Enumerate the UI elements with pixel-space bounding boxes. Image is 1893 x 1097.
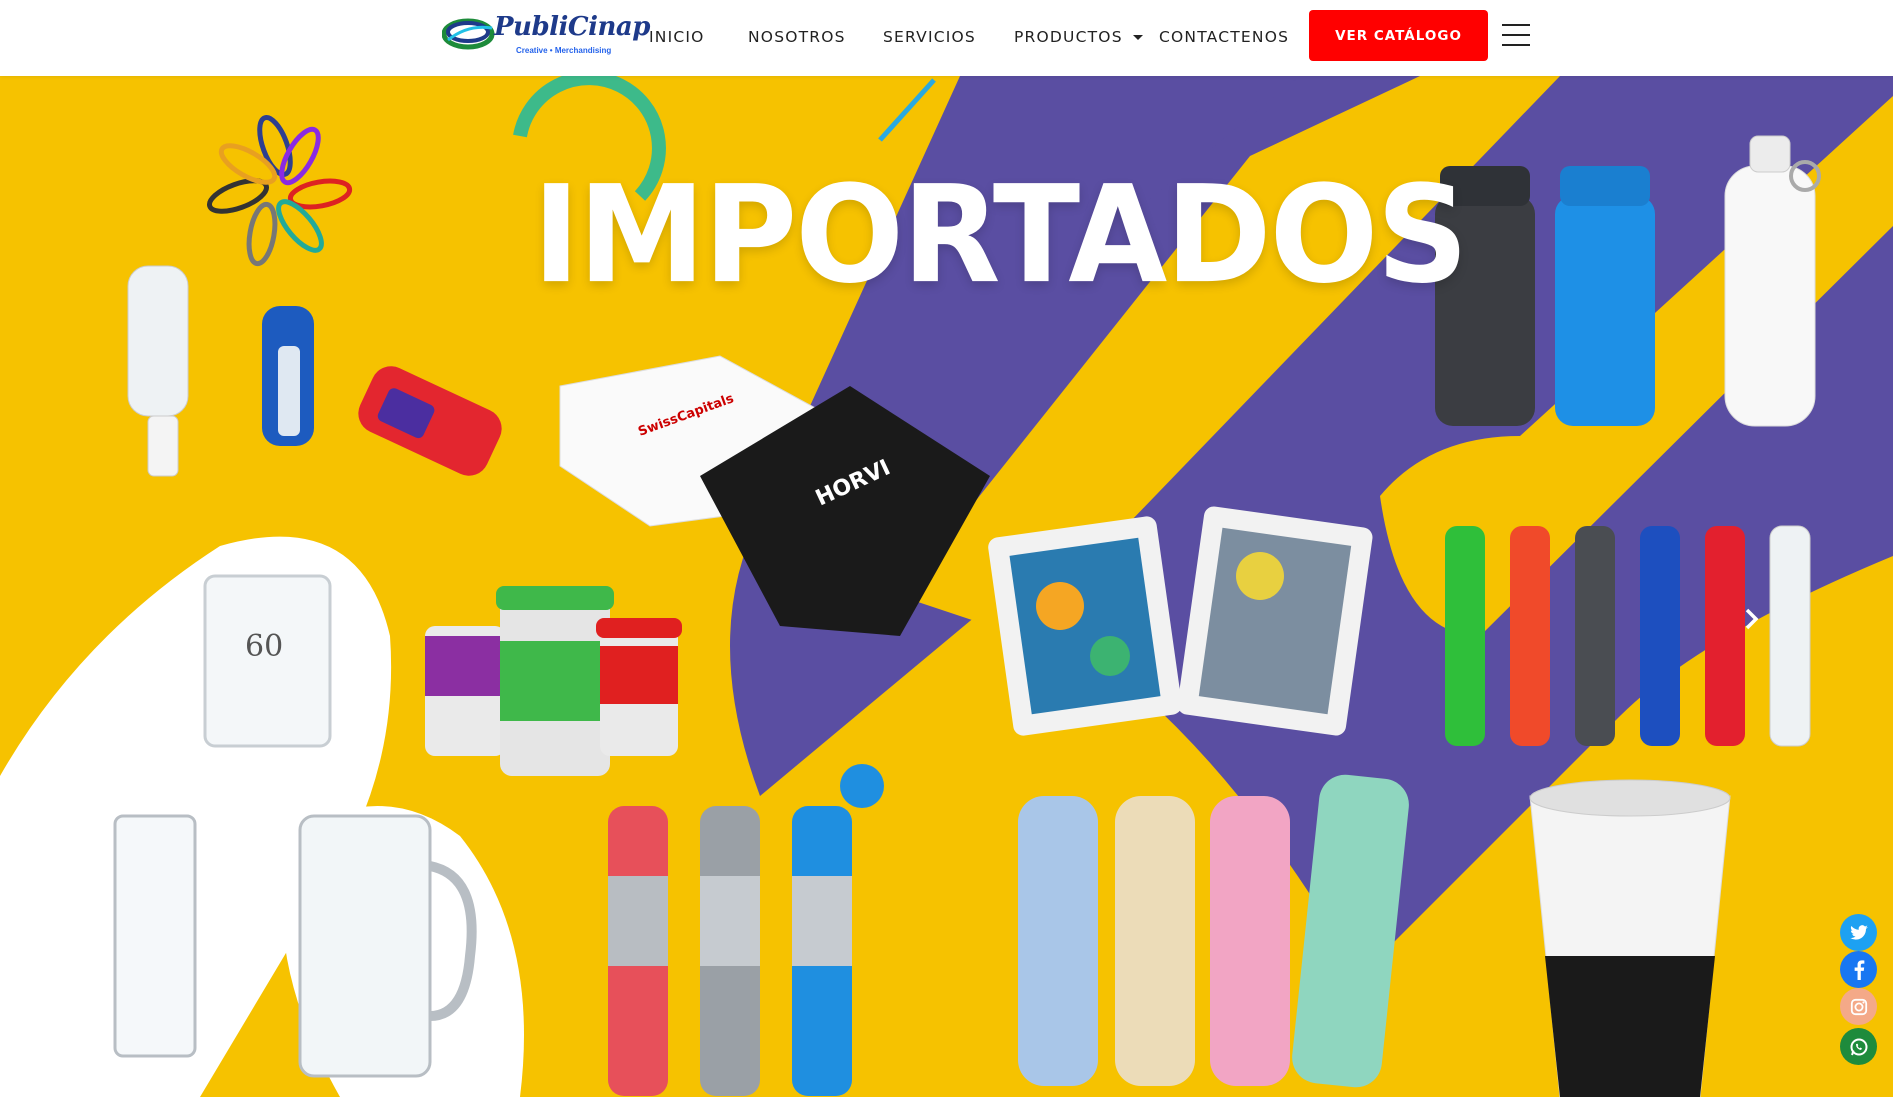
nav-item-productos[interactable]: PRODUCTOS bbox=[1014, 28, 1143, 46]
ver-catalogo-button[interactable]: VER CATÁLOGO bbox=[1309, 10, 1488, 61]
main-nav: INICIO NOSOTROS SERVICIOS PRODUCTOS CONT… bbox=[0, 0, 1893, 76]
nav-item-inicio[interactable]: INICIO bbox=[649, 28, 705, 46]
svg-text:60: 60 bbox=[245, 629, 283, 664]
nav-item-nosotros[interactable]: NOSOTROS bbox=[748, 28, 846, 46]
hamburger-menu-icon[interactable] bbox=[1502, 24, 1530, 46]
whatsapp-icon[interactable] bbox=[1840, 1028, 1877, 1065]
carousel-next-button[interactable] bbox=[1736, 604, 1766, 634]
site-header: PubliCinap Creative • Merchandising INIC… bbox=[0, 0, 1893, 76]
twitter-icon[interactable] bbox=[1840, 914, 1877, 951]
nav-item-servicios[interactable]: SERVICIOS bbox=[883, 28, 976, 46]
hero-title: IMPORTADOS bbox=[532, 157, 1468, 314]
nav-item-contactenos[interactable]: CONTACTENOS bbox=[1159, 28, 1289, 46]
facebook-icon[interactable] bbox=[1840, 951, 1877, 988]
nav-item-productos-label: PRODUCTOS bbox=[1014, 28, 1123, 46]
whatsapp-phone-icon bbox=[1850, 1038, 1867, 1055]
hero-carousel: HORVI SwissCapitals 60 IMPORTADOS bbox=[0, 76, 1893, 1097]
caret-down-icon bbox=[1132, 35, 1143, 40]
twitter-bird-icon bbox=[1849, 924, 1868, 940]
chevron-right-icon bbox=[1745, 608, 1759, 630]
facebook-f-icon bbox=[1854, 959, 1864, 980]
instagram-camera-icon bbox=[1850, 998, 1867, 1015]
carousel-prev-button[interactable] bbox=[120, 604, 150, 634]
chevron-left-icon bbox=[127, 608, 141, 630]
instagram-icon[interactable] bbox=[1840, 988, 1877, 1025]
